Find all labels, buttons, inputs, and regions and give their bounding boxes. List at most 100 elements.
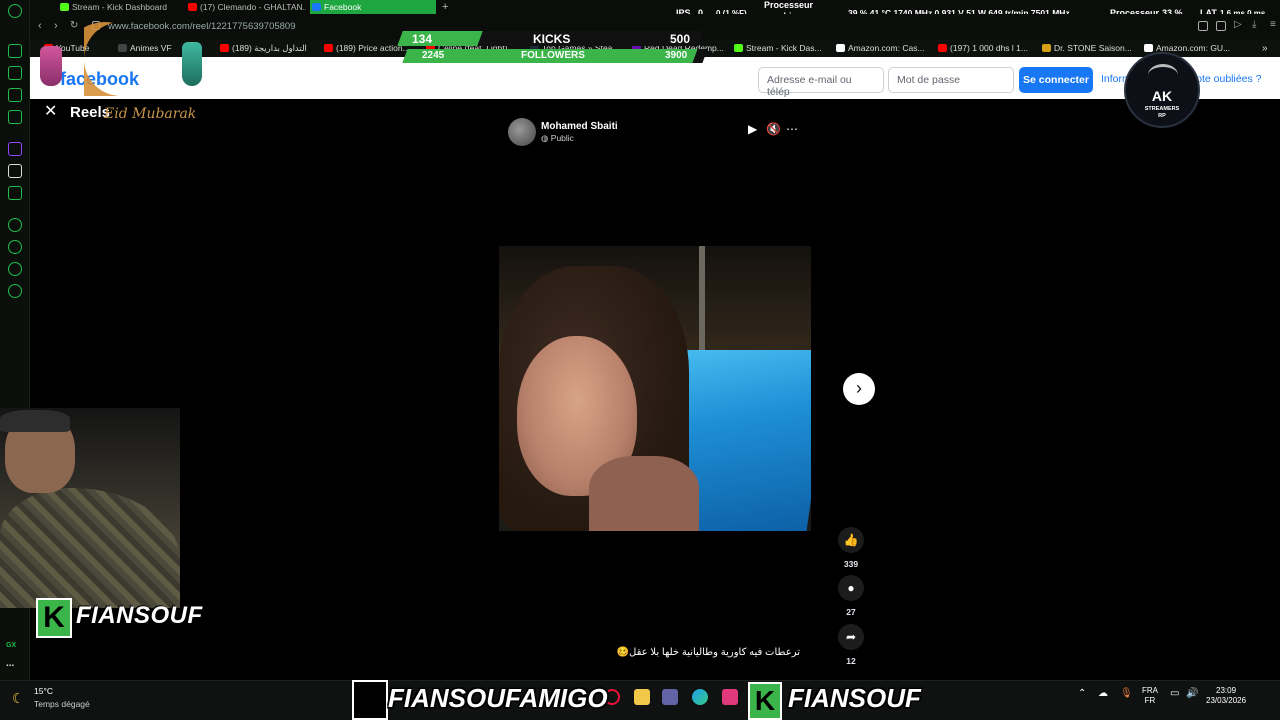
app-icon[interactable] [8,186,22,200]
tab-youtube[interactable]: (17) Clemando - GHALTAN... [186,0,306,14]
share-action[interactable]: ➦ 12 [838,624,864,666]
reload-icon[interactable]: ↻ [70,20,78,31]
tray-chevron-icon[interactable]: ⌃ [1078,689,1086,699]
password-field[interactable]: Mot de passe [888,67,1014,93]
kicks-label: KICKS [533,32,571,46]
settings-icon[interactable] [8,284,22,298]
back-icon[interactable]: ‹ [38,20,42,32]
email-placeholder: Adresse e-mail ou télép [767,74,852,98]
forward-icon[interactable]: › [54,20,58,32]
bookmark-tadawul[interactable]: (189) التداول بداريجة [220,43,307,54]
extensions-icon[interactable] [8,262,22,276]
menu-icon[interactable]: ≡ [1270,19,1276,30]
language-bottom: FR [1144,696,1156,705]
like-icon[interactable]: 👍 [838,527,864,553]
player-icon[interactable] [8,218,22,232]
edge-icon[interactable] [692,689,708,705]
bookmark-amazon-1[interactable]: Amazon.com: Cas... [836,43,925,53]
kicks-current: 134 [412,32,433,46]
kicks-goal: 500 [670,32,691,46]
comment-count: 27 [846,607,856,617]
folder-icon[interactable] [634,689,650,705]
clock[interactable]: 23:09 23/03/2026 [1206,686,1246,706]
tab-label: Stream - Kick Dashboard [72,2,167,12]
share-icon[interactable]: ➦ [838,624,864,650]
webcam-torso [0,488,180,608]
microphone-icon[interactable]: 🎙 [1120,689,1133,699]
browser-logo-icon[interactable] [8,4,22,18]
player-arrow-icon[interactable]: ▷ [1234,19,1242,30]
bookmark-animes[interactable]: Animes VF [118,43,172,53]
news-icon[interactable] [8,88,22,102]
kick-icon [60,3,69,11]
avatar[interactable] [508,118,536,146]
new-tab-button[interactable]: + [440,0,454,14]
reel-video[interactable] [499,246,811,531]
amazon-icon [1144,44,1153,52]
play-icon[interactable]: ▶ [748,122,757,136]
mute-icon[interactable]: 🔇 [766,122,781,136]
bookmark-label: Animes VF [130,43,172,53]
teams-icon[interactable] [662,689,678,705]
share-count: 12 [846,656,856,666]
clock-time: 23:09 [1216,686,1237,695]
close-icon[interactable]: ✕ [44,104,60,120]
history-icon[interactable] [8,240,22,254]
like-action[interactable]: 👍 339 [838,527,864,569]
kick-logo-icon: K [36,598,72,638]
lantern-decoration-icon [182,42,202,86]
logo-subtext: STREAMERS [1144,106,1180,112]
url-field[interactable]: www.facebook.com/reel/1221775639705809 [108,21,296,32]
bookmarks-more-icon[interactable]: » [1262,43,1268,54]
bookmark-kick[interactable]: Stream - Kick Das... [734,43,822,53]
download-icon[interactable]: ⤓ [1252,19,1256,30]
next-reel-button[interactable]: › [843,373,875,405]
eid-mubarak-overlay: Eid Mubarak [104,106,197,122]
bookmark-label: Dr. STONE Saison... [1054,43,1132,53]
tab-bar: Stream - Kick Dashboard (17) Clemando - … [30,0,1280,14]
language-indicator[interactable]: FRA FR [1142,686,1158,706]
more-options-icon[interactable]: ⋯ [786,122,798,136]
author-name[interactable]: Mohamed Sbaiti [541,121,618,132]
temperature: 15°C [34,686,53,696]
youtube-icon [324,44,333,52]
cloud-icon[interactable]: ☁ [1098,689,1108,699]
bookmark-1000dhs[interactable]: (197) 1 000 dhs l 1... [938,43,1028,53]
home-icon[interactable] [8,44,22,58]
lantern-decoration-icon [40,46,62,86]
screenshot-icon[interactable] [1216,21,1226,31]
bookmark-icon[interactable] [1198,21,1208,31]
tab-facebook[interactable]: Facebook [310,0,436,14]
comment-action[interactable]: ● 27 [838,575,864,617]
email-field[interactable]: Adresse e-mail ou télép [758,67,884,98]
clock-date: 23/03/2026 [1206,696,1247,705]
tab-kick-dashboard[interactable]: Stream - Kick Dashboard [58,0,184,14]
language-top: FRA [1142,686,1158,695]
more-icon[interactable]: ... [6,658,14,669]
twitch-icon[interactable] [8,142,22,156]
bookmark-dr-stone[interactable]: Dr. STONE Saison... [1042,43,1132,53]
gx-label[interactable]: GX [6,642,16,649]
kick-icon [734,44,743,52]
like-count: 339 [843,559,859,569]
amazon-icon [836,44,845,52]
app-icon[interactable] [722,689,738,705]
reel-caption: ترعطات فيه كاورية وطاليانية خلها بلا عقل… [616,647,800,658]
volume-icon[interactable]: 🔊 [1186,689,1198,699]
messenger-icon[interactable] [8,110,22,124]
weather-text: Temps dégagé [34,699,90,709]
streamer-webcam [0,408,180,608]
comment-icon[interactable]: ● [838,575,864,601]
network-icon[interactable]: ▭ [1170,689,1179,699]
logo-subtext-2: RP [1158,113,1166,119]
bookmark-label: Amazon.com: Cas... [848,43,925,53]
visibility-text: Public [550,133,574,143]
visibility-label: ◍ Public [541,133,574,143]
taskbar: ☾ 15°C Temps dégagé ⌃ ☁ 🎙 FRA FR ▭ 🔊 23:… [0,680,1280,720]
x-icon[interactable] [8,164,22,178]
followers-current: 2245 [422,50,445,61]
kicks-goal-overlay: 134 KICKS 500 2245 FOLLOWERS 3900 [397,31,708,65]
bookmark-label: (197) 1 000 dhs l 1... [950,43,1028,53]
briefcase-icon[interactable] [8,66,22,80]
login-button[interactable]: Se connecter [1019,67,1093,93]
